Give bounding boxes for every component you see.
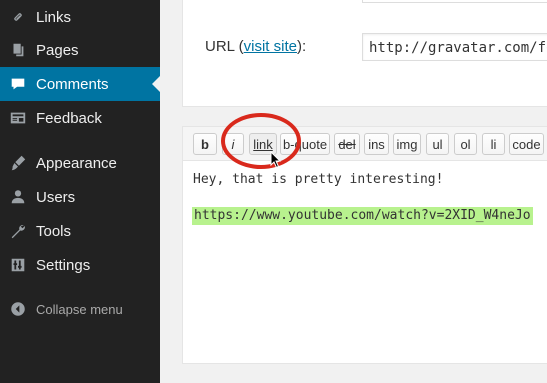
code-button[interactable]: code	[509, 133, 544, 155]
users-icon	[9, 188, 27, 206]
del-button[interactable]: del	[334, 133, 360, 155]
sidebar-item-label: Pages	[36, 41, 79, 59]
feedback-icon	[9, 109, 27, 127]
sidebar-item-pages[interactable]: Pages	[0, 33, 160, 67]
sidebar-item-users[interactable]: Users	[0, 180, 160, 214]
url-input[interactable]: http://gravatar.com/fo	[362, 33, 547, 61]
sidebar-item-feedback[interactable]: Feedback	[0, 101, 160, 135]
url-label: URL (visit site):	[205, 38, 307, 55]
bold-button[interactable]: b	[193, 133, 217, 155]
li-button[interactable]: li	[482, 133, 505, 155]
sidebar-item-appearance[interactable]: Appearance	[0, 146, 160, 180]
sidebar-item-label: Settings	[36, 256, 91, 274]
settings-icon	[9, 256, 27, 274]
sidebar-item-label: Appearance	[36, 154, 117, 172]
collapse-arrow-icon	[9, 300, 27, 318]
sidebar-item-tools[interactable]: Tools	[0, 214, 160, 248]
input-field-above[interactable]	[362, 0, 547, 3]
collapse-menu-button[interactable]: Collapse menu	[0, 292, 160, 326]
mouse-cursor-icon	[270, 151, 282, 169]
ol-button[interactable]: ol	[454, 133, 477, 155]
comments-icon	[9, 75, 27, 93]
appearance-icon	[9, 154, 27, 172]
admin-sidebar: Links Pages Comments Feedback Appearance…	[0, 0, 160, 383]
sidebar-item-label: Comments	[36, 75, 109, 93]
sidebar-item-label: Links	[36, 8, 72, 26]
highlight-circle-annotation	[221, 113, 301, 169]
ul-button[interactable]: ul	[426, 133, 449, 155]
sidebar-item-label: Feedback	[36, 109, 102, 127]
img-button[interactable]: img	[393, 133, 421, 155]
sidebar-item-comments[interactable]: Comments	[0, 67, 160, 101]
sidebar-item-label: Tools	[36, 222, 72, 240]
highlighted-url-text[interactable]: https://www.youtube.com/watch?v=2XID_W4n…	[192, 207, 533, 225]
sidebar-item-label: Users	[36, 188, 76, 206]
pages-icon	[9, 41, 27, 59]
visit-site-link[interactable]: visit site	[244, 38, 297, 55]
comment-text-line[interactable]: Hey, that is pretty interesting!	[193, 172, 443, 187]
sidebar-item-settings[interactable]: Settings	[0, 248, 160, 282]
link-icon	[9, 8, 27, 26]
ins-button[interactable]: ins	[364, 133, 389, 155]
sidebar-item-links[interactable]: Links	[0, 0, 160, 34]
tools-icon	[9, 222, 27, 240]
collapse-menu-label: Collapse menu	[36, 301, 123, 317]
